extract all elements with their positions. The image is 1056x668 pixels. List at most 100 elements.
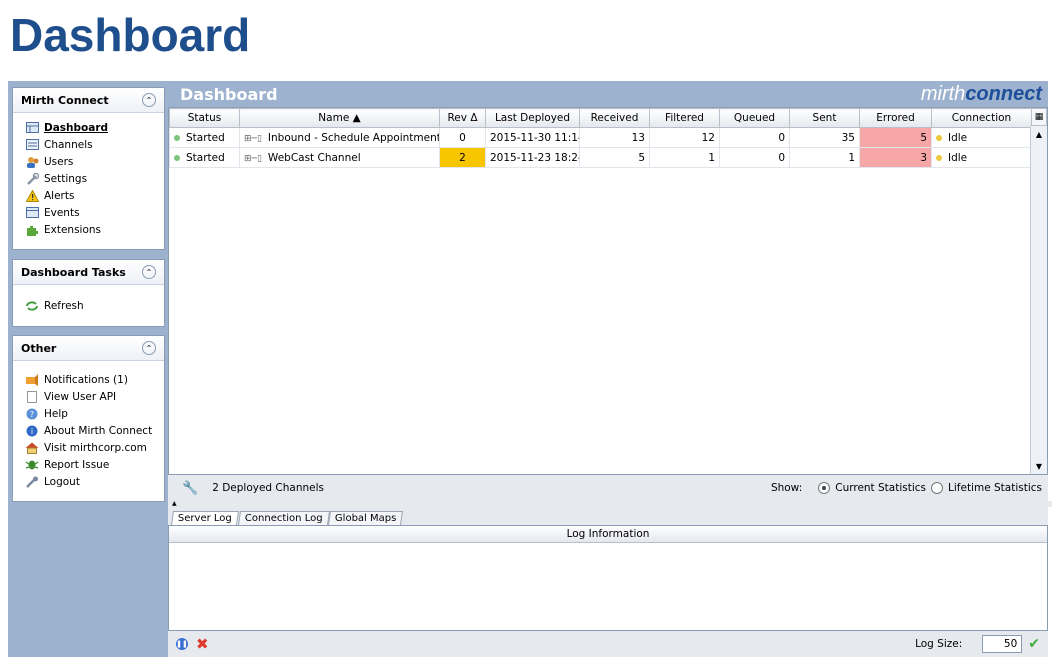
tab-connection-log[interactable]: Connection Log xyxy=(237,511,330,525)
lifetime-statistics-label[interactable]: Lifetime Statistics xyxy=(948,482,1042,494)
sidebar-item-dashboard[interactable]: Dashboard xyxy=(25,119,164,136)
log-size-label: Log Size: xyxy=(915,638,963,650)
panel-title: Mirth Connect xyxy=(21,93,109,107)
help-icon: ? xyxy=(25,407,39,420)
log-size-input[interactable]: 50 xyxy=(982,635,1023,653)
col-status-header[interactable]: Status xyxy=(169,108,240,128)
apply-check-icon[interactable]: ✔ xyxy=(1028,636,1040,652)
other-label: Report Issue xyxy=(44,458,110,471)
table-row[interactable]: Started ⊞─▯ Inbound - Schedule Appointmen… xyxy=(169,127,1032,148)
users-icon xyxy=(25,155,39,168)
sidebar-item-label: Dashboard xyxy=(44,121,109,134)
logout-icon xyxy=(25,475,39,488)
queued-cell: 0 xyxy=(719,127,790,148)
expand-tree-icon[interactable]: ⊞─▯ xyxy=(244,154,262,164)
scroll-down-icon[interactable]: ▼ xyxy=(1031,458,1047,474)
rev-cell: 2 xyxy=(439,147,486,168)
rev-cell: 0 xyxy=(439,127,486,148)
show-label: Show: xyxy=(770,482,803,494)
tab-server-log[interactable]: Server Log xyxy=(171,511,239,525)
status-dot-icon xyxy=(174,134,180,141)
idle-dot-icon xyxy=(936,154,942,161)
log-tabs: Server Log Connection Log Global Maps xyxy=(168,507,1048,525)
sidebar-item-label: Extensions xyxy=(44,223,102,236)
svg-text:?: ? xyxy=(30,410,34,419)
pause-icon[interactable]: ❚❚ xyxy=(176,638,188,650)
table-row[interactable]: Started ⊞─▯ WebCast Channel 2 2015-11-23 … xyxy=(169,147,1032,168)
other-notifications[interactable]: Notifications (1) xyxy=(25,371,164,388)
document-icon xyxy=(25,390,39,403)
sidebar-item-label: Events xyxy=(44,206,80,219)
other-logout[interactable]: Logout xyxy=(25,473,164,490)
channel-name: Inbound - Schedule Appointments xyxy=(267,131,440,144)
wrench-icon: 🔧 xyxy=(182,480,199,496)
sent-cell: 35 xyxy=(789,127,860,148)
table-scrollbar[interactable]: ▲ ▼ xyxy=(1030,126,1047,474)
col-queued-header[interactable]: Queued xyxy=(719,108,790,128)
col-name-header[interactable]: Name ▲ xyxy=(239,108,440,128)
clear-log-icon[interactable]: ✖ xyxy=(196,635,209,653)
current-statistics-radio[interactable] xyxy=(818,482,831,494)
sent-cell: 1 xyxy=(789,147,860,168)
channel-name: WebCast Channel xyxy=(267,151,361,164)
sidebar-item-users[interactable]: Users xyxy=(25,153,164,170)
other-label: Logout xyxy=(44,475,80,488)
panel-title: Other xyxy=(21,341,57,355)
other-visit-site[interactable]: Visit mirthcorp.com xyxy=(25,439,164,456)
connection-text: Idle xyxy=(948,131,968,144)
other-help[interactable]: ? Help xyxy=(25,405,164,422)
other-view-user-api[interactable]: View User API xyxy=(25,388,164,405)
log-toolbar: ❚❚ ✖ Log Size: 50 ✔ xyxy=(168,631,1048,657)
col-rev-header[interactable]: Rev Δ xyxy=(439,108,486,128)
mirth-connect-logo: mirthconnect xyxy=(921,83,1048,106)
col-connection-header[interactable]: Connection xyxy=(931,108,1032,128)
task-refresh[interactable]: Refresh xyxy=(25,297,164,314)
tab-global-maps[interactable]: Global Maps xyxy=(328,511,404,525)
other-label: Notifications (1) xyxy=(44,373,128,386)
errored-cell: 5 xyxy=(859,127,932,148)
col-last-deployed-header[interactable]: Last Deployed xyxy=(485,108,580,128)
queued-cell: 0 xyxy=(719,147,790,168)
column-chooser-icon[interactable]: ▦ xyxy=(1031,108,1047,126)
received-cell: 13 xyxy=(579,127,650,148)
sidebar-item-events[interactable]: Events xyxy=(25,204,164,221)
sidebar-item-label: Channels xyxy=(44,138,93,151)
sidebar-item-alerts[interactable]: Alerts xyxy=(25,187,164,204)
tab-label: Server Log xyxy=(177,513,232,524)
notifications-icon xyxy=(25,373,39,386)
filtered-cell: 1 xyxy=(649,147,720,168)
server-log-table: Log Information xyxy=(168,525,1048,631)
sidebar-item-settings[interactable]: Settings xyxy=(25,170,164,187)
collapse-icon[interactable]: ⌃ xyxy=(142,93,156,107)
idle-dot-icon xyxy=(936,134,942,141)
dashboard-tasks-panel-header[interactable]: Dashboard Tasks ⌃ xyxy=(13,260,164,285)
name-cell: ⊞─▯ WebCast Channel xyxy=(239,147,440,168)
other-about[interactable]: i About Mirth Connect xyxy=(25,422,164,439)
collapse-icon[interactable]: ⌃ xyxy=(142,265,156,279)
lifetime-statistics-radio[interactable] xyxy=(931,482,944,494)
col-received-header[interactable]: Received xyxy=(579,108,650,128)
col-sent-header[interactable]: Sent xyxy=(789,108,860,128)
expand-tree-icon[interactable]: ⊞─▯ xyxy=(244,134,262,144)
col-errored-header[interactable]: Errored xyxy=(859,108,932,128)
sidebar-item-extensions[interactable]: Extensions xyxy=(25,221,164,238)
current-statistics-label[interactable]: Current Statistics xyxy=(835,482,926,494)
other-report-issue[interactable]: Report Issue xyxy=(25,456,164,473)
col-filtered-header[interactable]: Filtered xyxy=(649,108,720,128)
mirth-connect-panel: Mirth Connect ⌃ Dashboard Channels Users… xyxy=(12,87,165,250)
sidebar-item-label: Users xyxy=(44,155,74,168)
mirth-app-window: Mirth Connect ⌃ Dashboard Channels Users… xyxy=(8,81,1052,657)
deployed-cell: 2015-11-30 11:14 xyxy=(485,127,580,148)
sidebar-item-channels[interactable]: Channels xyxy=(25,136,164,153)
table-header-row: Status Name ▲ Rev Δ Last Deployed Receiv… xyxy=(169,108,1032,128)
other-panel-header[interactable]: Other ⌃ xyxy=(13,336,164,361)
log-information-header[interactable]: Log Information xyxy=(169,526,1047,543)
scroll-up-icon[interactable]: ▲ xyxy=(1031,126,1047,142)
status-dot-icon xyxy=(174,154,180,161)
collapse-icon[interactable]: ⌃ xyxy=(142,341,156,355)
logo-text-b: connect xyxy=(965,82,1042,105)
other-label: About Mirth Connect xyxy=(44,424,153,437)
task-label: Refresh xyxy=(44,299,84,312)
tab-label: Connection Log xyxy=(244,513,323,524)
mirth-connect-panel-header[interactable]: Mirth Connect ⌃ xyxy=(13,88,164,113)
